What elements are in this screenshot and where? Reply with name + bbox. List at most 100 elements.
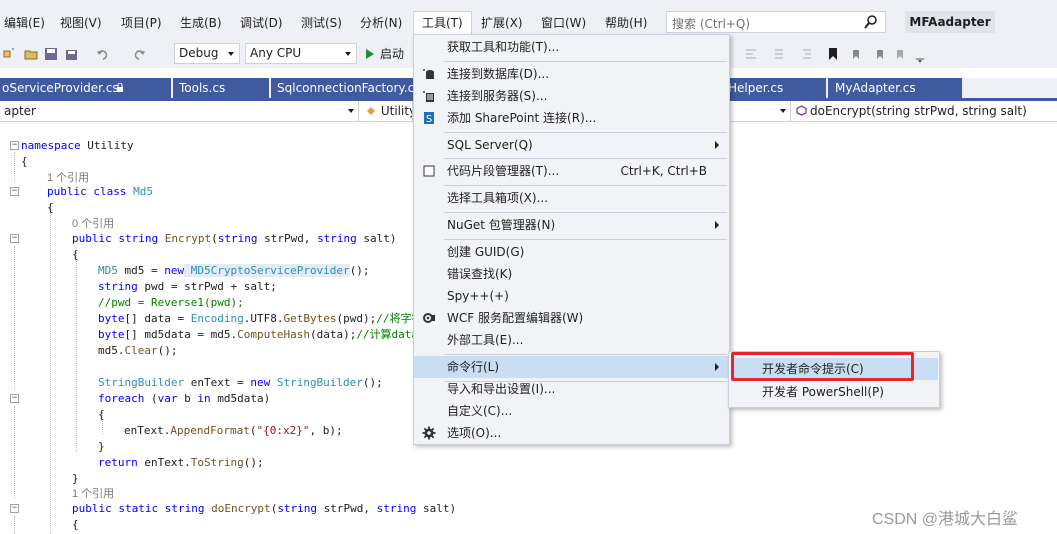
menu-item-sharepoint[interactable]: S 添加 SharePoint 连接(R)...: [414, 107, 729, 129]
menu-item-shortcut: Ctrl+K, Ctrl+B: [620, 164, 707, 178]
collapse-icon[interactable]: −: [10, 504, 19, 513]
menu-item-label: 连接到数据库(D)...: [447, 67, 550, 81]
reference-count[interactable]: 1 个引用: [72, 487, 114, 501]
search-icon[interactable]: [864, 14, 878, 30]
code-line: byte[] data = Encoding.UTF8.GetBytes(pwd…: [98, 311, 422, 327]
start-button[interactable]: 启动: [366, 45, 404, 63]
collapse-icon[interactable]: −: [10, 187, 19, 196]
code-token: (pwd);: [336, 312, 377, 325]
menu-item-snippet-manager[interactable]: 代码片段管理器(T)... Ctrl+K, Ctrl+B: [414, 160, 729, 182]
tab-sqlconnectionfactory[interactable]: SqlconnectionFactory.cs: [271, 78, 413, 98]
tab-label: oServiceProvider.cs: [2, 81, 119, 95]
menu-analyze[interactable]: 分析(N): [360, 13, 402, 33]
toolbar-overflow-icon[interactable]: [913, 50, 927, 64]
menu-item-label: 连接到服务器(S)...: [447, 89, 548, 103]
new-item-icon[interactable]: [2, 47, 16, 61]
menu-project[interactable]: 项目(P): [121, 13, 162, 33]
menu-item-command-line[interactable]: 命令行(L): [414, 356, 729, 378]
menu-build[interactable]: 生成(B): [180, 13, 222, 33]
menu-item-import-export[interactable]: 导入和导出设置(I)...: [414, 378, 729, 400]
svg-text:S: S: [426, 114, 432, 125]
reference-count[interactable]: 0 个引用: [72, 217, 114, 231]
code-line: }: [98, 440, 105, 453]
uncomment-icon[interactable]: [800, 47, 814, 61]
menu-item-label: Spy++(+): [447, 289, 509, 303]
menu-item-external-tools[interactable]: 外部工具(E)...: [414, 329, 729, 351]
menu-tools[interactable]: 工具(T): [413, 11, 472, 36]
tab-helper[interactable]: Helper.cs: [723, 78, 826, 98]
chevron-down-icon: [345, 52, 351, 56]
code-token: //计算data: [356, 328, 419, 341]
snippet-icon: [423, 165, 435, 177]
menu-item-label: 代码片段管理器(T)...: [447, 164, 560, 178]
tools-menu: 获取工具和功能(T)... 连接到数据库(D)... 连接到服务器(S)... …: [413, 34, 730, 445]
member-selector[interactable]: doEncrypt(string strPwd, string salt): [792, 101, 1057, 121]
menu-item-nuget[interactable]: NuGet 包管理器(N): [414, 214, 729, 236]
menu-item-get-tools[interactable]: 获取工具和功能(T)...: [414, 36, 729, 58]
fold-line: [14, 406, 15, 498]
project-selector[interactable]: apter: [0, 101, 359, 121]
menu-item-customize[interactable]: 自定义(C)...: [414, 400, 729, 422]
menu-separator: [444, 158, 727, 159]
start-label: 启动: [380, 47, 405, 61]
tab-myadapter[interactable]: MyAdapter.cs: [828, 78, 962, 98]
code-token: [] data =: [124, 312, 191, 325]
menu-edit[interactable]: 编辑(E): [4, 13, 45, 33]
reference-count[interactable]: 1 个引用: [47, 171, 89, 185]
prev-bookmark-icon[interactable]: [850, 47, 864, 61]
bookmark-icon[interactable]: [826, 47, 840, 61]
menu-item-toolbox-items[interactable]: 选择工具箱项(X)...: [414, 187, 729, 209]
platform-value: Any CPU: [250, 46, 302, 60]
menu-item-create-guid[interactable]: 创建 GUID(G): [414, 241, 729, 263]
comment-icon[interactable]: [772, 47, 786, 61]
tab-tools[interactable]: Tools.cs: [173, 78, 269, 98]
code-line: {: [21, 155, 28, 168]
format-icon[interactable]: [744, 47, 758, 61]
code-token: enText.: [124, 424, 171, 437]
chevron-down-icon: [348, 109, 354, 113]
menu-extensions[interactable]: 扩展(X): [481, 13, 523, 33]
undo-icon[interactable]: [96, 47, 110, 61]
redo-icon[interactable]: [132, 47, 146, 61]
code-line: md5.Clear();: [98, 343, 178, 359]
menu-item-wcf-config[interactable]: WCF 服务配置编辑器(W): [414, 307, 729, 329]
class-selector[interactable]: Utility: [361, 101, 413, 121]
search-input[interactable]: 搜索 (Ctrl+Q): [666, 11, 886, 33]
platform-select[interactable]: Any CPU: [245, 43, 357, 64]
code-token: strPwd,: [317, 502, 377, 515]
submenu-arrow-icon: [715, 141, 719, 149]
tab-serviceprovider[interactable]: oServiceProvider.cs: [0, 78, 171, 98]
class-selector-end[interactable]: [731, 101, 791, 121]
config-select[interactable]: Debug: [174, 43, 240, 64]
menu-view[interactable]: 视图(V): [60, 13, 102, 33]
menu-item-options[interactable]: 选项(O)...: [414, 422, 729, 444]
code-line: return enText.ToString();: [98, 455, 264, 471]
code-token: Encoding: [190, 312, 244, 325]
code-token: public class: [47, 185, 127, 198]
menu-item-label: 导入和导出设置(I)...: [447, 382, 556, 396]
menu-item-connect-database[interactable]: 连接到数据库(D)...: [414, 63, 729, 85]
code-line: public class Md5: [47, 184, 153, 200]
next-bookmark-icon[interactable]: [872, 47, 886, 61]
method-icon: [796, 105, 807, 116]
fold-line: [14, 246, 15, 390]
menu-item-spy[interactable]: Spy++(+): [414, 285, 729, 307]
class-icon: [367, 107, 375, 115]
menu-help[interactable]: 帮助(H): [605, 13, 647, 33]
menu-window[interactable]: 窗口(W): [541, 13, 586, 33]
menu-debug[interactable]: 调试(D): [240, 13, 283, 33]
server-connect-icon: [423, 91, 434, 102]
save-all-icon[interactable]: [64, 47, 78, 61]
save-icon[interactable]: [44, 47, 58, 61]
menu-test[interactable]: 测试(S): [301, 13, 342, 33]
collapse-icon[interactable]: −: [10, 234, 19, 243]
menu-item-developer-powershell[interactable]: 开发者 PowerShell(P): [732, 381, 938, 403]
submenu-arrow-icon: [715, 363, 719, 371]
menu-item-connect-server[interactable]: 连接到服务器(S)...: [414, 85, 729, 107]
clear-bookmarks-icon[interactable]: [894, 47, 908, 61]
menu-item-error-lookup[interactable]: 错误查找(K): [414, 263, 729, 285]
collapse-icon[interactable]: −: [10, 394, 19, 403]
menu-item-sql-server[interactable]: SQL Server(Q): [414, 134, 729, 156]
open-folder-icon[interactable]: [24, 47, 38, 61]
collapse-icon[interactable]: −: [10, 141, 19, 150]
